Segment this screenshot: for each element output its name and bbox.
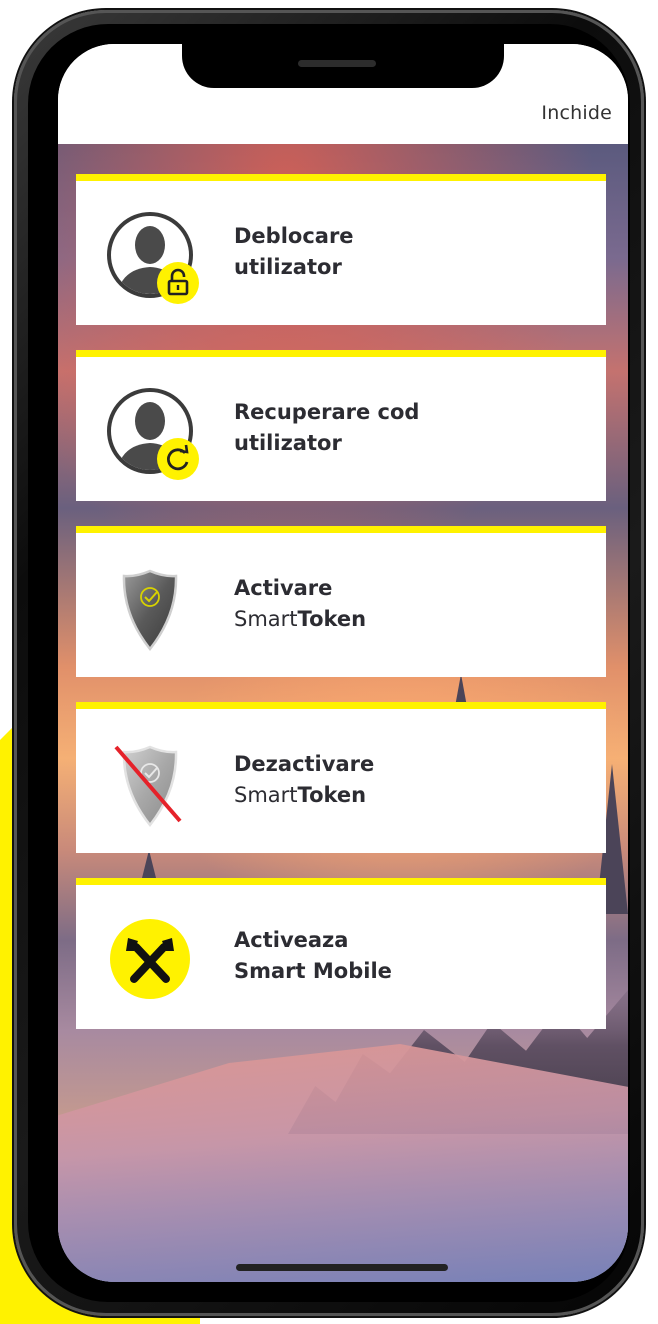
user-recover-icon [107, 388, 199, 480]
menu-item-label: Recuperare cod utilizator [234, 397, 419, 459]
menu-item-activate-smarttoken[interactable]: Activare SmartToken [76, 526, 606, 677]
menu-item-subtitle: SmartToken [234, 780, 374, 811]
menu-item-unlock-user[interactable]: Deblocare utilizator [76, 174, 606, 325]
menu-item-label: Activare SmartToken [234, 573, 366, 635]
menu-item-label: Activeaza Smart Mobile [234, 925, 392, 987]
menu-item-subtitle: SmartToken [234, 604, 366, 635]
menu-item-subtitle: utilizator [234, 431, 342, 455]
menu-item-title: Dezactivare [234, 752, 375, 776]
smart-prefix: Smart [234, 607, 298, 631]
phone-speaker [298, 60, 376, 67]
menu-item-activate-smart-mobile[interactable]: Activeaza Smart Mobile [76, 878, 606, 1029]
menu-item-title: Recuperare cod [234, 400, 420, 424]
token-suffix: Token [297, 783, 367, 807]
user-unlock-icon [107, 212, 199, 304]
shield-check-icon [122, 569, 178, 652]
app-screen: Inchide Deblocare utilizator Recuperare … [58, 44, 628, 1282]
smart-prefix: Smart [234, 783, 298, 807]
raiffeisen-logo-icon [110, 919, 190, 999]
menu-item-title: Deblocare [234, 224, 354, 248]
menu-item-label: Deblocare utilizator [234, 221, 354, 283]
menu-item-title: Activeaza [234, 928, 349, 952]
home-indicator[interactable] [236, 1264, 448, 1271]
shield-disabled-icon [114, 745, 182, 828]
menu-item-title: Activare [234, 576, 333, 600]
menu-item-subtitle: Smart Mobile [234, 959, 392, 983]
menu-item-deactivate-smarttoken[interactable]: Dezactivare SmartToken [76, 702, 606, 853]
menu-item-subtitle: utilizator [234, 255, 342, 279]
close-button[interactable]: Inchide [541, 102, 612, 124]
token-suffix: Token [297, 607, 367, 631]
menu-item-label: Dezactivare SmartToken [234, 749, 374, 811]
menu-item-recover-user-code[interactable]: Recuperare cod utilizator [76, 350, 606, 501]
